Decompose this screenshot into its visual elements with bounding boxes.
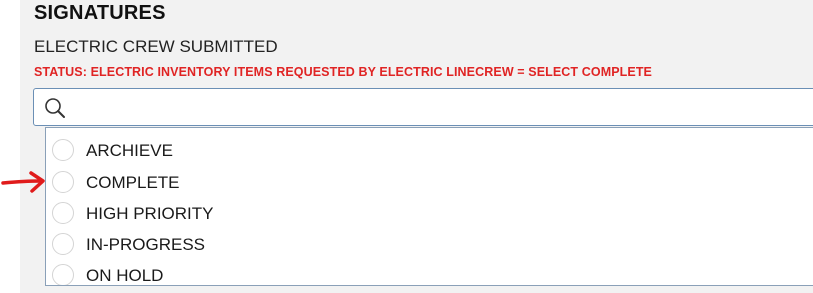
option-label: COMPLETE [86, 173, 180, 192]
search-input[interactable] [74, 95, 813, 121]
option-label: IN-PROGRESS [86, 235, 206, 254]
option-complete[interactable]: COMPLETE [46, 166, 813, 197]
section-title: SIGNATURES [34, 2, 166, 24]
search-icon [42, 95, 68, 121]
red-arrow-icon [1, 171, 45, 193]
option-on-hold[interactable]: ON HOLD [46, 259, 813, 285]
option-label: HIGH PRIORITY [86, 204, 214, 223]
option-label: ARCHIEVE [86, 141, 173, 160]
option-label: ON HOLD [86, 266, 164, 285]
radio-button[interactable] [52, 233, 74, 255]
option-in-progress[interactable]: IN-PROGRESS [46, 228, 813, 259]
radio-button[interactable] [52, 171, 74, 193]
radio-button[interactable] [52, 264, 74, 285]
option-high-priority[interactable]: HIGH PRIORITY [46, 197, 813, 228]
search-box[interactable] [33, 88, 813, 126]
option-archieve[interactable]: ARCHIEVE [46, 134, 813, 165]
status-instruction: STATUS: ELECTRIC INVENTORY ITEMS REQUEST… [34, 65, 652, 79]
radio-button[interactable] [52, 202, 74, 224]
radio-button[interactable] [52, 139, 74, 161]
field-label: ELECTRIC CREW SUBMITTED [34, 37, 278, 56]
status-options-list[interactable]: ARCHIEVE COMPLETE HIGH PRIORITY IN-PROGR… [45, 127, 813, 286]
